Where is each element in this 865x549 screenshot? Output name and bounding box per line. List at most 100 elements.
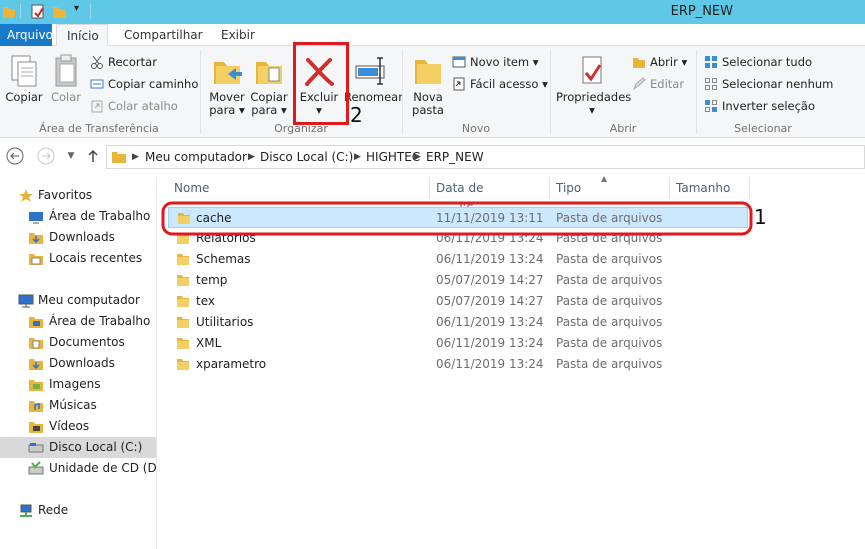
- edit-button[interactable]: Editar: [632, 74, 684, 94]
- open-icon: [633, 58, 645, 68]
- nav-fav-desktop[interactable]: Área de Trabalho: [0, 206, 156, 227]
- open-button[interactable]: Abrir ▾: [632, 52, 687, 72]
- breadcrumb-hightec[interactable]: HIGHTEC: [366, 146, 420, 168]
- paste-icon: [55, 54, 77, 87]
- column-header-date[interactable]: Data de modificaç...: [430, 177, 550, 217]
- file-row[interactable]: xparametro 06/11/2019 13:24 Pasta de arq…: [168, 354, 748, 375]
- file-row[interactable]: temp 05/07/2019 14:27 Pasta de arquivos: [168, 270, 748, 291]
- rename-button[interactable]: Renomear: [344, 54, 403, 104]
- back-button[interactable]: [6, 147, 24, 165]
- copy-icon: [11, 55, 37, 87]
- recent-places-icon: [29, 254, 43, 265]
- easy-access-icon: [453, 77, 465, 91]
- nav-documents[interactable]: Documentos: [0, 332, 156, 353]
- file-row[interactable]: Utilitarios 06/11/2019 13:24 Pasta de ar…: [168, 312, 748, 333]
- rename-icon: [355, 57, 385, 85]
- breadcrumb-erp-new[interactable]: ERP_NEW: [426, 146, 484, 168]
- new-item-button[interactable]: Novo item ▾: [452, 52, 539, 72]
- nav-favorites[interactable]: Favoritos: [0, 185, 156, 206]
- file-type: Pasta de arquivos: [556, 252, 663, 266]
- properties-icon: [582, 56, 602, 84]
- file-name: Utilitarios: [196, 315, 254, 329]
- computer-icon: [18, 294, 34, 308]
- edit-icon: [632, 77, 646, 91]
- copy-path-button[interactable]: Copiar caminho: [90, 74, 198, 94]
- nav-music[interactable]: Músicas: [0, 395, 156, 416]
- network-icon: [20, 504, 32, 517]
- new-folder-icon: [415, 60, 441, 84]
- group-label-clipboard: Área de Transferência: [39, 122, 159, 135]
- music-folder-icon: [29, 401, 43, 412]
- tab-inicio[interactable]: Início: [56, 24, 108, 46]
- chevron-right-icon[interactable]: ▶: [354, 146, 361, 168]
- nav-cd-drive[interactable]: Unidade de CD (D:) I: [0, 458, 156, 479]
- nav-fav-recent[interactable]: Locais recentes: [0, 248, 156, 269]
- copy-button[interactable]: Copiar: [4, 54, 44, 104]
- new-item-icon: [452, 56, 466, 68]
- recent-locations-dropdown[interactable]: ▼: [62, 147, 80, 165]
- nav-downloads[interactable]: Downloads: [0, 353, 156, 374]
- nav-videos[interactable]: Vídeos: [0, 416, 156, 437]
- move-to-button[interactable]: Mover para ▾: [206, 54, 248, 117]
- copy-to-button[interactable]: Copiar para ▾: [248, 54, 290, 117]
- group-label-open: Abrir: [609, 122, 637, 135]
- nav-local-disk[interactable]: Disco Local (C:): [0, 437, 156, 458]
- nav-desktop[interactable]: Área de Trabalho: [0, 311, 156, 332]
- breadcrumb-disco-local[interactable]: Disco Local (C:): [260, 146, 353, 168]
- column-header-size[interactable]: Tamanho: [670, 177, 750, 199]
- tab-compartilhar[interactable]: Compartilhar: [114, 24, 213, 46]
- select-all-button[interactable]: Selecionar tudo: [704, 52, 812, 72]
- chevron-right-icon[interactable]: ▶: [248, 146, 255, 168]
- breadcrumb-meu-computador[interactable]: Meu computador: [145, 146, 247, 168]
- file-name: temp: [196, 273, 228, 287]
- file-name: XML: [196, 336, 222, 350]
- file-row[interactable]: XML 06/11/2019 13:24 Pasta de arquivos: [168, 333, 748, 354]
- ribbon-tabs: Arquivo Início Compartilhar Exibir: [0, 24, 865, 46]
- column-header-type[interactable]: Tipo: [550, 177, 670, 199]
- tab-exibir[interactable]: Exibir: [211, 24, 265, 46]
- file-type: Pasta de arquivos: [556, 315, 663, 329]
- properties-button[interactable]: Propriedades ▾: [556, 54, 631, 117]
- file-name: tex: [196, 294, 215, 308]
- hard-drive-icon: [28, 443, 44, 453]
- easy-access-button[interactable]: Fácil acesso ▾: [452, 74, 548, 94]
- paste-button[interactable]: Colar: [46, 54, 86, 104]
- nav-computer[interactable]: Meu computador: [0, 290, 156, 311]
- tab-arquivo[interactable]: Arquivo: [0, 24, 53, 46]
- cut-button[interactable]: Recortar: [90, 52, 157, 72]
- delete-highlight-box: [293, 42, 349, 125]
- chevron-right-icon[interactable]: ▶: [132, 146, 139, 168]
- nav-images[interactable]: Imagens: [0, 374, 156, 395]
- invert-selection-button[interactable]: Inverter seleção: [704, 96, 815, 116]
- file-type: Pasta de arquivos: [556, 294, 663, 308]
- select-none-icon: [705, 78, 717, 90]
- new-folder-button[interactable]: Nova pasta: [408, 54, 448, 117]
- folder-icon: [177, 338, 189, 349]
- up-button[interactable]: [84, 147, 102, 165]
- copy-to-icon: [256, 62, 282, 84]
- move-to-icon: [214, 62, 242, 84]
- invert-selection-icon: [705, 100, 717, 112]
- column-header-name[interactable]: Nome: [168, 177, 430, 199]
- videos-folder-icon: [29, 422, 43, 433]
- file-date: 06/11/2019 13:24: [436, 315, 544, 329]
- file-type: Pasta de arquivos: [556, 336, 663, 350]
- file-row[interactable]: tex 05/07/2019 14:27 Pasta de arquivos: [168, 291, 748, 312]
- forward-button[interactable]: [37, 147, 55, 165]
- file-row[interactable]: Schemas 06/11/2019 13:24 Pasta de arquiv…: [168, 249, 748, 270]
- annotation-1: 1: [754, 205, 767, 229]
- paste-shortcut-button[interactable]: Colar atalho: [90, 96, 178, 116]
- file-type: Pasta de arquivos: [556, 273, 663, 287]
- nav-network[interactable]: Rede: [0, 500, 156, 521]
- file-name: xparametro: [196, 357, 267, 371]
- file-date: 06/11/2019 13:24: [436, 336, 544, 350]
- file-name: Schemas: [196, 252, 251, 266]
- navigation-pane: Favoritos Área de Trabalho Downloads Loc…: [0, 178, 157, 549]
- select-none-button[interactable]: Selecionar nenhum: [704, 74, 833, 94]
- title-bar: ▾ ERP_NEW: [0, 0, 865, 24]
- address-bar[interactable]: ▶ Meu computador ▶ Disco Local (C:) ▶ HI…: [106, 145, 865, 169]
- chevron-right-icon[interactable]: ▶: [414, 146, 421, 168]
- up-arrow-icon: [88, 149, 98, 162]
- nav-fav-downloads[interactable]: Downloads: [0, 227, 156, 248]
- documents-folder-icon: [29, 338, 43, 349]
